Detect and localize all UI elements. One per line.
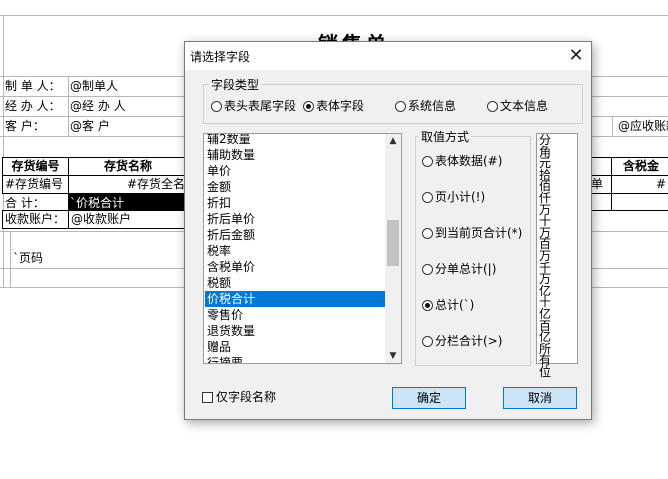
close-icon[interactable]: ✕ <box>563 44 589 68</box>
scroll-up-icon[interactable]: ▲ <box>385 134 401 148</box>
cancel-button[interactable]: 取消 <box>503 387 577 409</box>
list-item[interactable]: 金额 <box>205 179 386 195</box>
list-item[interactable]: 单价 <box>205 163 386 179</box>
scroll-down-icon[interactable]: ▼ <box>385 349 401 363</box>
list-item[interactable]: 零售价 <box>205 307 386 323</box>
grid-line <box>612 116 613 136</box>
list-item[interactable]: 折后金额 <box>205 227 386 243</box>
maker-label: 制 单 人： <box>5 79 61 93</box>
row-tax-total-cell[interactable]: # <box>611 175 668 194</box>
radio-icon <box>422 336 433 347</box>
total-unit-cell[interactable] <box>590 193 612 211</box>
digit-unit-text: 分角元拾佰仟万十万百万千万亿十亿百亿所有位 <box>539 133 552 379</box>
column-header-tax-total[interactable]: 含税金 <box>611 157 668 176</box>
list-item-selected[interactable]: 价税合计 <box>205 291 386 307</box>
column-header-name[interactable]: 存货名称 <box>68 157 188 176</box>
field-list-items: 辅2数量 辅助数量 单价 金额 折扣 折后单价 折后金额 税率 含税单价 税额 … <box>205 134 386 363</box>
radio-icon <box>422 192 433 203</box>
customer-label: 客 户： <box>5 119 45 133</box>
column-header-unit[interactable] <box>590 157 612 176</box>
digit-unit-list[interactable]: 分角元拾佰仟万十万百万千万亿十亿百亿所有位 <box>536 133 578 378</box>
row-code-cell[interactable]: #存货编号 <box>2 175 69 194</box>
value-mode-body-data-radio[interactable]: 表体数据(#) <box>422 154 502 168</box>
list-item[interactable]: 税额 <box>205 275 386 291</box>
receivable-field[interactable]: @应收账款 <box>618 118 668 134</box>
handler-field[interactable]: @经 办 人 <box>70 98 126 114</box>
value-mode-bill-total-radio[interactable]: 分单总计(|) <box>422 262 496 276</box>
ok-button[interactable]: 确定 <box>392 387 466 409</box>
value-mode-group-label: 取值方式 <box>419 128 472 145</box>
radio-icon <box>422 228 433 239</box>
total-field[interactable]: `价税合计 <box>70 195 124 211</box>
account-field[interactable]: @收款账户 <box>68 210 188 229</box>
row-unit-price-cell[interactable]: 单价 <box>590 175 612 194</box>
page-number-field[interactable]: `页码 <box>13 250 43 266</box>
list-item[interactable]: 辅助数量 <box>205 147 386 163</box>
radio-icon <box>211 101 222 112</box>
field-type-text-radio[interactable]: 文本信息 <box>487 99 548 113</box>
list-item[interactable]: 折扣 <box>205 195 386 211</box>
column-header-code[interactable]: 存货编号 <box>2 157 69 176</box>
field-type-body-radio[interactable]: 表体字段 <box>303 99 364 113</box>
list-item[interactable]: 辅2数量 <box>205 134 386 147</box>
only-field-name-checkbox[interactable]: 仅字段名称 <box>202 390 276 404</box>
total-label: 合 计： <box>5 196 45 210</box>
checkbox-icon <box>202 392 213 403</box>
radio-selected-icon <box>422 300 433 311</box>
field-listbox[interactable]: 辅2数量 辅助数量 单价 金额 折扣 折后单价 折后金额 税率 含税单价 税额 … <box>203 133 402 364</box>
dialog-titlebar[interactable]: 请选择字段 ✕ <box>185 42 591 70</box>
value-mode-running-total-radio[interactable]: 到当前页合计(*) <box>422 226 522 240</box>
customer-field[interactable]: @客 户 <box>70 118 110 134</box>
row-name-cell[interactable]: #存货全名 <box>68 175 188 194</box>
grid-line <box>10 231 11 287</box>
field-type-system-radio[interactable]: 系统信息 <box>395 99 456 113</box>
scroll-thumb[interactable] <box>387 220 399 266</box>
total-tax-cell[interactable] <box>611 193 668 211</box>
radio-icon <box>422 156 433 167</box>
list-item[interactable]: 含税单价 <box>205 259 386 275</box>
list-scrollbar[interactable]: ▲ ▼ <box>385 134 401 363</box>
radio-icon <box>395 101 406 112</box>
grid-line <box>68 76 69 136</box>
list-item[interactable]: 退货数量 <box>205 323 386 339</box>
radio-icon <box>422 264 433 275</box>
account-label: 收款账户： <box>2 210 69 229</box>
handler-label: 经 办 人： <box>5 99 61 113</box>
field-type-group-label: 字段类型 <box>209 76 262 93</box>
radio-icon <box>487 101 498 112</box>
list-item[interactable]: 税率 <box>205 243 386 259</box>
value-mode-group <box>415 136 531 366</box>
grid-line <box>3 15 4 287</box>
maker-field[interactable]: @制单人 <box>70 78 118 94</box>
list-item[interactable]: 赠品 <box>205 339 386 355</box>
value-mode-grand-total-radio[interactable]: 总计(`) <box>422 298 474 312</box>
list-item[interactable]: 行摘要 <box>205 355 386 363</box>
list-item[interactable]: 折后单价 <box>205 211 386 227</box>
value-mode-page-subtotal-radio[interactable]: 页小计(!) <box>422 190 485 204</box>
dialog-title: 请选择字段 <box>190 50 251 64</box>
select-field-dialog: 请选择字段 ✕ 字段类型 表头表尾字段 表体字段 系统信息 文本信息 辅2数量 … <box>184 41 592 420</box>
value-mode-column-total-radio[interactable]: 分栏合计(>) <box>422 334 502 348</box>
grid-line <box>0 15 668 16</box>
field-type-header-footer-radio[interactable]: 表头表尾字段 <box>211 99 296 113</box>
radio-selected-icon <box>303 101 314 112</box>
